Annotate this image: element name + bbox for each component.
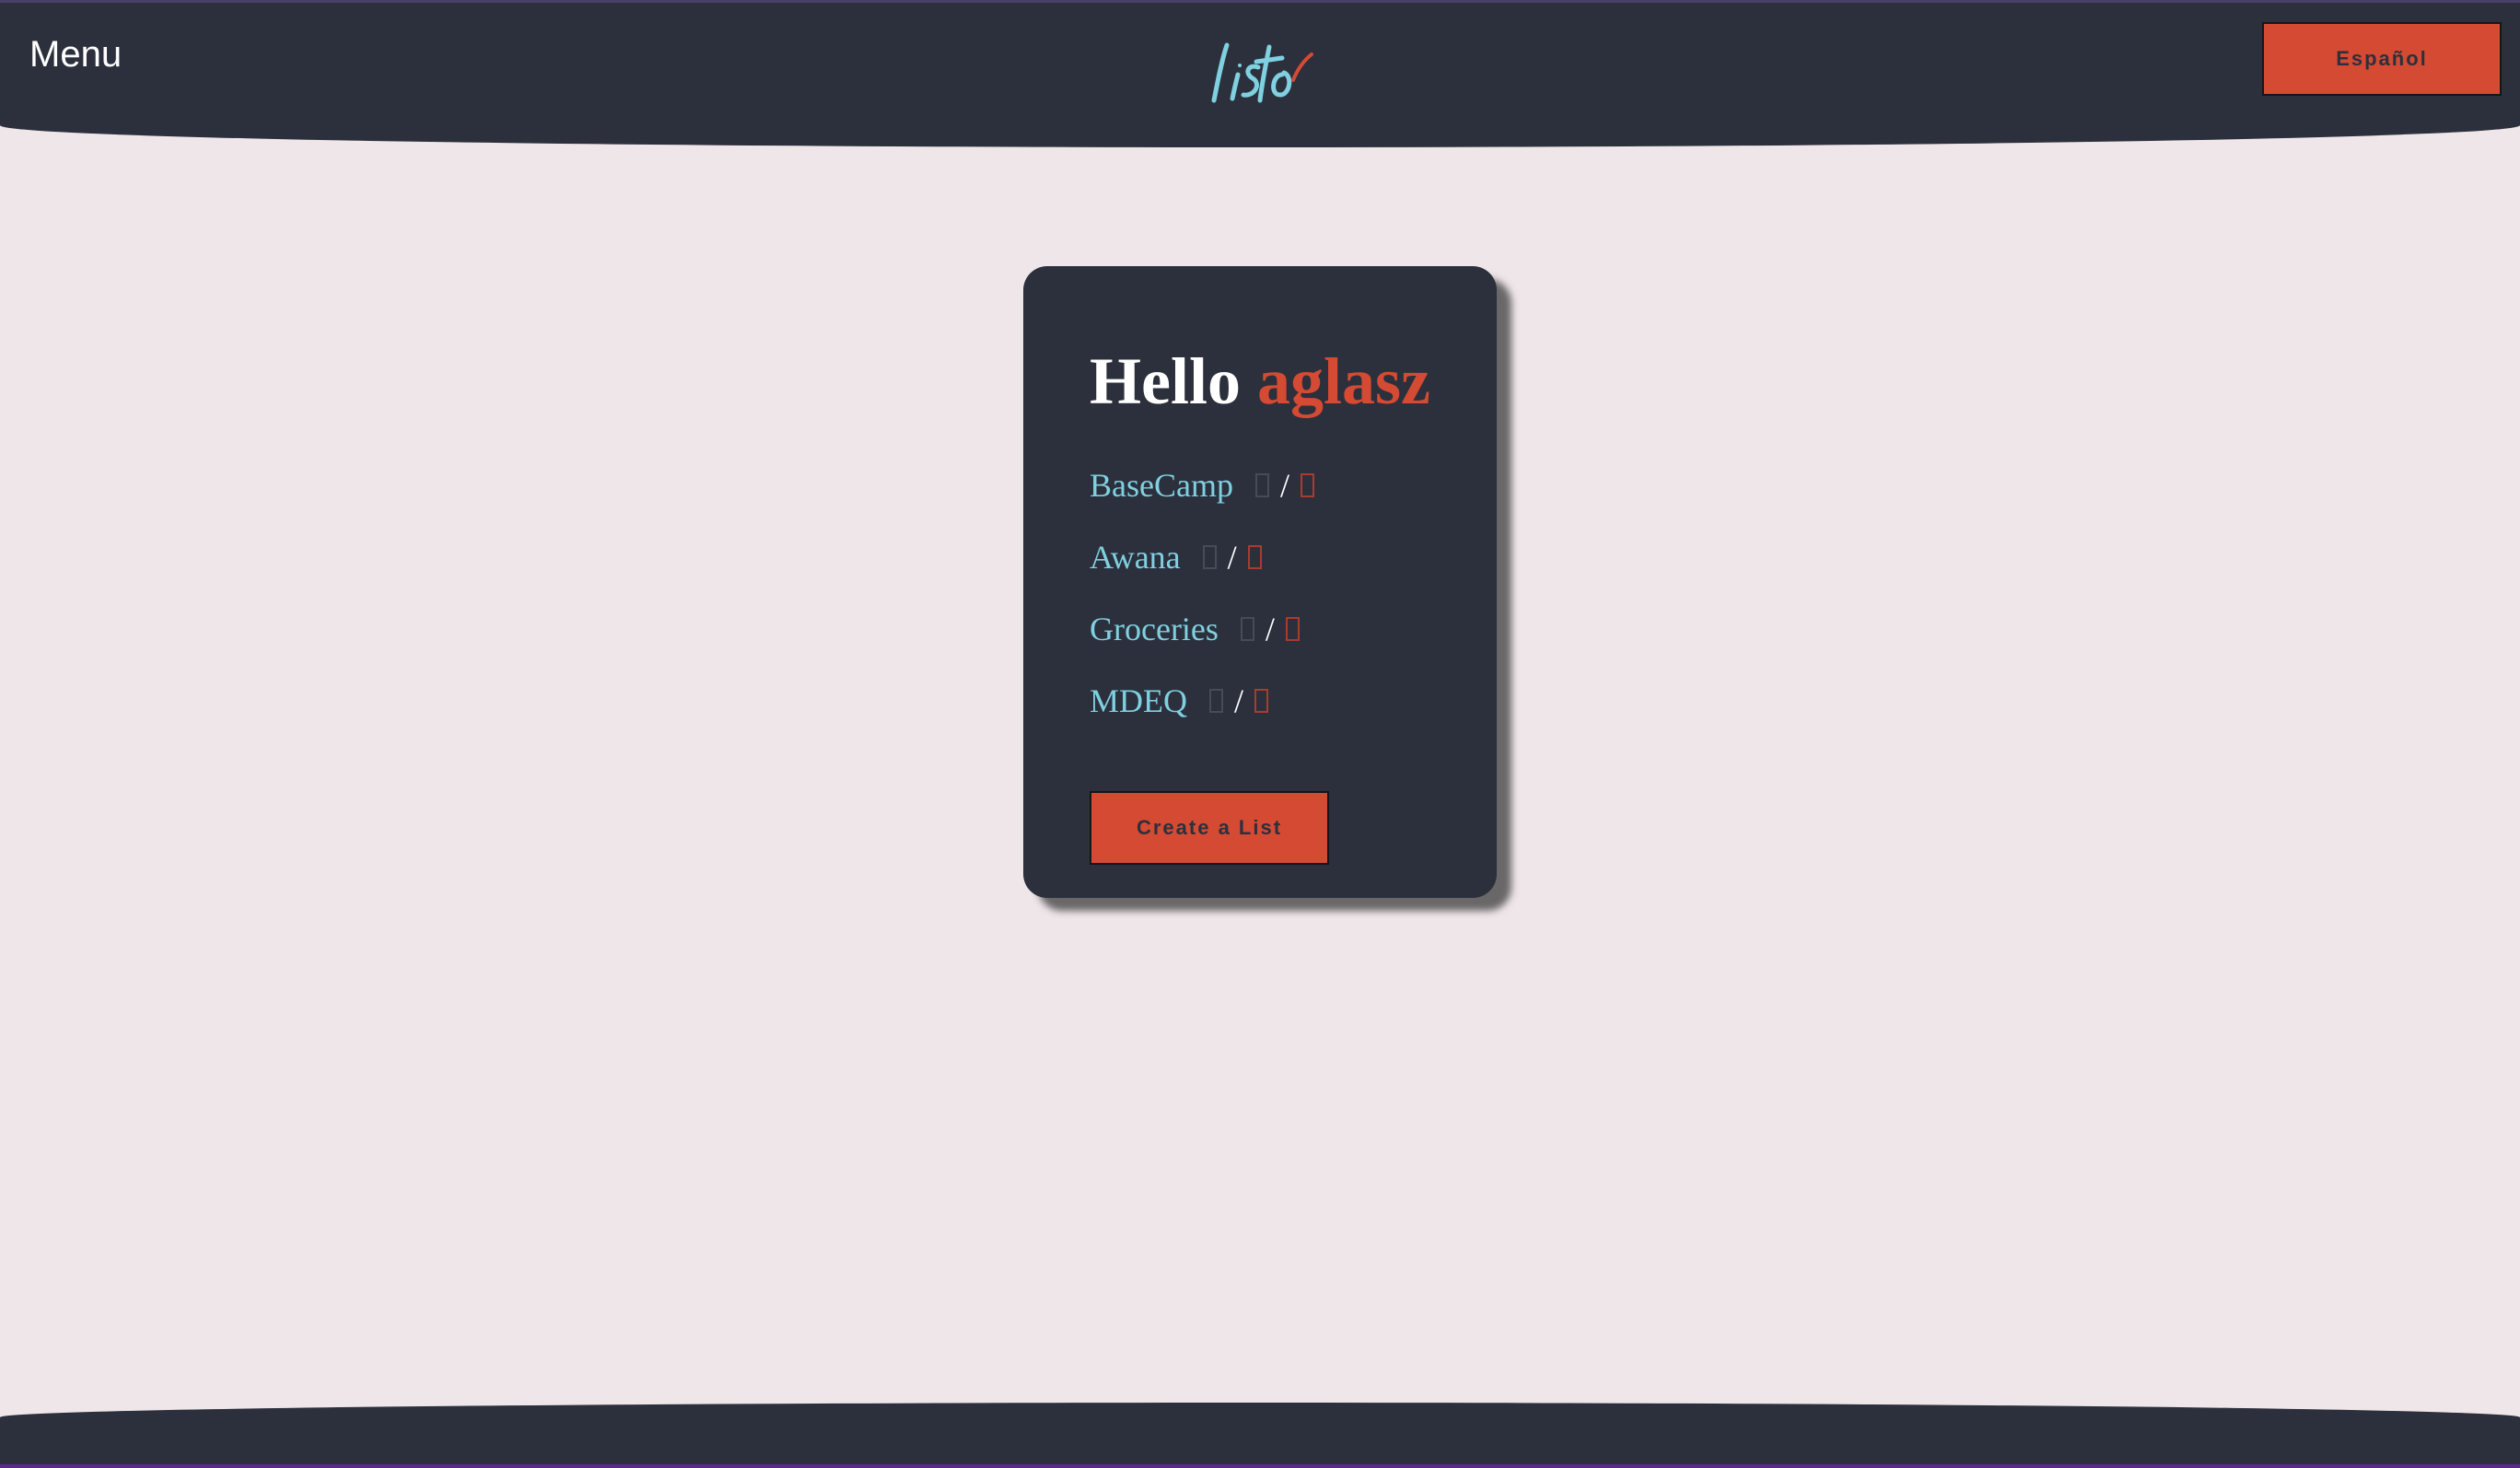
greeting-text: Hello — [1090, 344, 1241, 418]
greeting-heading: Hello aglasz — [1090, 342, 1430, 421]
list-link-mdeq[interactable]: MDEQ — [1090, 682, 1187, 720]
list-link-basecamp[interactable]: BaseCamp — [1090, 466, 1233, 505]
delete-icon[interactable] — [1247, 545, 1262, 569]
separator: / — [1227, 539, 1237, 576]
edit-icon[interactable] — [1240, 617, 1254, 641]
list-item: MDEQ / — [1090, 675, 1269, 727]
page: Menu Español Hello aglasz BaseCamp / Awa… — [0, 0, 2520, 1468]
separator: / — [1234, 682, 1244, 719]
language-button[interactable]: Español — [2262, 22, 2502, 96]
delete-icon[interactable] — [1301, 473, 1314, 497]
list-item: Groceries / — [1090, 603, 1300, 655]
username: aglasz — [1256, 344, 1430, 418]
menu-toggle[interactable]: Menu — [29, 29, 122, 80]
list-item: BaseCamp / — [1090, 460, 1314, 511]
lists-card: Hello aglasz BaseCamp / Awana / Grocerie… — [1023, 266, 1497, 898]
listo-logo[interactable] — [1205, 34, 1319, 113]
separator: / — [1265, 611, 1275, 647]
edit-icon[interactable] — [1254, 473, 1269, 497]
create-list-button[interactable]: Create a List — [1090, 791, 1329, 865]
delete-icon[interactable] — [1254, 689, 1269, 713]
footer-bar — [0, 1403, 2520, 1468]
edit-icon[interactable] — [1202, 545, 1217, 569]
delete-icon[interactable] — [1285, 617, 1300, 641]
separator: / — [1279, 467, 1289, 504]
list-item: Awana / — [1090, 531, 1262, 583]
edit-icon[interactable] — [1209, 689, 1223, 713]
top-navbar: Menu Español — [0, 0, 2520, 147]
list-link-awana[interactable]: Awana — [1090, 538, 1181, 577]
list-link-groceries[interactable]: Groceries — [1090, 610, 1219, 648]
